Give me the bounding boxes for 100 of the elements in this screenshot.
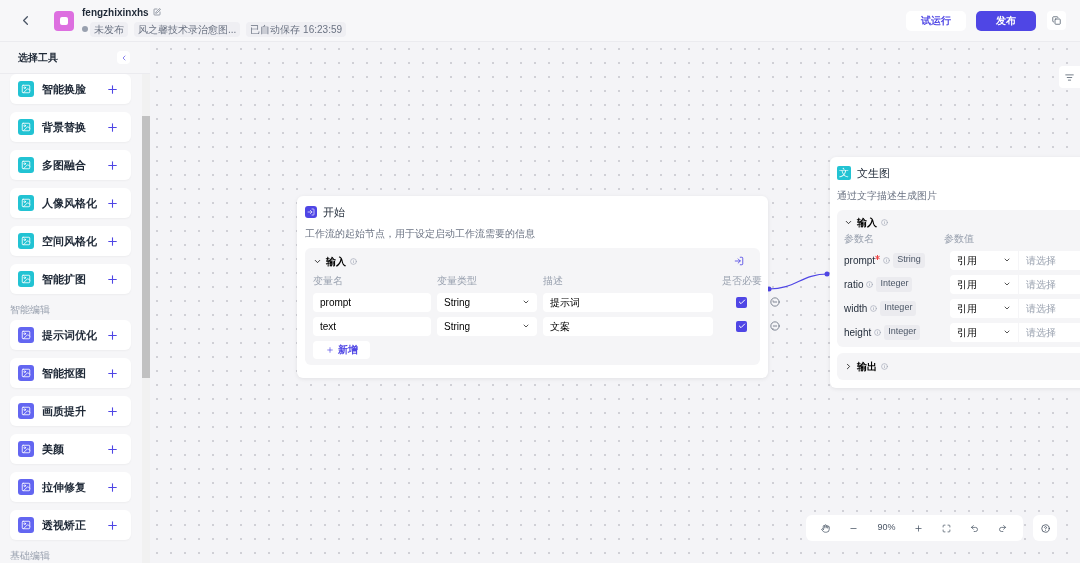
fit-icon[interactable] <box>942 523 952 533</box>
copy-icon <box>1052 16 1061 25</box>
node-title: 开始 <box>323 205 345 220</box>
tool-item[interactable]: 拉伸修复 <box>10 472 131 502</box>
copy-button[interactable] <box>1047 11 1066 30</box>
source-select[interactable]: 引用 <box>950 250 1018 270</box>
variable-name-field[interactable]: text <box>313 316 431 336</box>
param-name: width <box>844 301 868 316</box>
info-icon <box>883 256 891 264</box>
tool-item[interactable]: 空间风格化 <box>10 226 131 256</box>
app-logo <box>54 10 74 31</box>
chevron-icon <box>1003 280 1011 288</box>
tool-item[interactable]: 透视矫正 <box>10 510 131 540</box>
tool-label: 透视矫正 <box>42 517 87 533</box>
tool-label: 背景替换 <box>42 119 87 135</box>
test-run-button[interactable]: 试运行 <box>906 10 966 31</box>
checkbox[interactable] <box>736 296 747 308</box>
autosave-badge: 已自动保存 16:23:59 <box>246 21 347 37</box>
type-select[interactable]: String <box>437 316 537 336</box>
tool-item[interactable]: 提示词优化 <box>10 320 131 350</box>
import-icon[interactable] <box>734 256 744 266</box>
info-icon <box>870 304 878 312</box>
add-icon[interactable] <box>106 480 119 494</box>
chevron-icon <box>522 322 530 330</box>
tool-label: 拉伸修复 <box>42 479 87 495</box>
info-icon <box>866 280 874 288</box>
chevron-icon <box>1003 256 1011 264</box>
tool-label: 提示词优化 <box>42 327 98 343</box>
add-icon[interactable] <box>106 404 119 418</box>
column-header: 参数值 <box>944 231 974 246</box>
checkbox[interactable] <box>736 320 747 332</box>
tool-label: 多图融合 <box>42 157 87 173</box>
tool-item[interactable]: 智能抠图 <box>10 358 131 388</box>
add-icon[interactable] <box>106 158 119 172</box>
param-name: prompt <box>844 253 876 268</box>
add-icon[interactable] <box>106 234 119 248</box>
tool-label: 画质提升 <box>42 403 87 419</box>
add-button[interactable]: 新增 <box>313 340 370 359</box>
tool-item[interactable]: 智能换脸 <box>10 74 131 104</box>
tool-label: 智能换脸 <box>42 81 87 97</box>
hand-icon[interactable] <box>821 523 831 533</box>
add-icon[interactable] <box>106 196 119 210</box>
info-icon <box>881 218 888 226</box>
help-button[interactable] <box>1033 515 1057 541</box>
node-description: 通过文字描述生成图片 <box>837 188 938 203</box>
description-field[interactable]: 文案 <box>543 316 713 336</box>
tool-item[interactable]: 美颜 <box>10 434 131 464</box>
zoom-level: 90% <box>877 521 896 535</box>
chevron-icon <box>522 298 530 306</box>
text-to-image-node[interactable]: 文 文生图 通过文字描述生成图片 输入 参数名 参数值 prompt String 引用 请选择 ratio Integer 引用 请选择 width Integer 引用 请选择 height Integer 引用 请选择 输出 <box>830 157 1080 388</box>
tool-item[interactable]: 人像风格化 <box>10 188 131 218</box>
tool-item[interactable]: 画质提升 <box>10 396 131 426</box>
node-description: 工作流的起始节点，用于设定启动工作流需要的信息 <box>305 226 536 241</box>
chevron-icon <box>1003 328 1011 336</box>
column-header: 变量类型 <box>437 273 478 288</box>
section-label: 智能编辑 <box>10 303 50 317</box>
scrollbar[interactable] <box>142 74 150 563</box>
type-tag: Integer <box>876 276 913 292</box>
param-name: ratio <box>844 277 864 292</box>
add-icon[interactable] <box>106 442 119 456</box>
redo-icon[interactable] <box>998 523 1008 533</box>
tool-item[interactable]: 智能扩图 <box>10 264 131 294</box>
tool-label: 智能扩图 <box>42 271 87 287</box>
tool-item[interactable]: 背景替换 <box>10 112 131 142</box>
tool-item[interactable]: 多图融合 <box>10 150 131 180</box>
info-icon <box>881 362 888 370</box>
add-icon[interactable] <box>106 82 119 96</box>
chevron-icon[interactable] <box>844 361 853 371</box>
chevron-icon <box>1003 304 1011 312</box>
start-icon <box>305 206 317 219</box>
sidebar-title: 选择工具 <box>18 51 58 65</box>
section-title: 输入 <box>326 254 346 269</box>
column-header: 描述 <box>543 273 564 288</box>
status-badge: 未发布 <box>90 21 128 37</box>
add-icon[interactable] <box>106 120 119 134</box>
add-icon[interactable] <box>106 328 119 342</box>
plus-icon <box>325 345 334 354</box>
node-icon: 文 <box>837 166 851 181</box>
undo-icon[interactable] <box>970 523 980 533</box>
info-icon <box>350 257 357 265</box>
column-header: 是否必要 <box>721 273 762 288</box>
info-icon <box>874 328 882 336</box>
add-icon[interactable] <box>106 518 119 532</box>
add-icon[interactable] <box>106 366 119 380</box>
section-label: 基础编辑 <box>10 549 50 563</box>
type-select[interactable]: String <box>437 292 537 312</box>
source-select[interactable]: 引用 <box>950 274 1018 294</box>
description-field[interactable]: 提示词 <box>543 292 713 312</box>
tool-label: 人像风格化 <box>42 195 98 211</box>
workflow-badge: 风之馨技术录治愈图... <box>134 21 241 37</box>
zoom-in-icon[interactable] <box>914 523 924 533</box>
param-name: height <box>844 325 872 340</box>
variable-name-field[interactable]: prompt <box>313 292 431 312</box>
publish-button[interactable]: 发布 <box>976 10 1036 31</box>
source-select[interactable]: 引用 <box>950 298 1018 318</box>
tool-label: 美颜 <box>42 441 65 457</box>
column-header: 参数名 <box>844 231 875 246</box>
type-tag: String <box>893 252 925 268</box>
add-icon[interactable] <box>106 272 119 286</box>
source-select[interactable]: 引用 <box>950 322 1018 342</box>
